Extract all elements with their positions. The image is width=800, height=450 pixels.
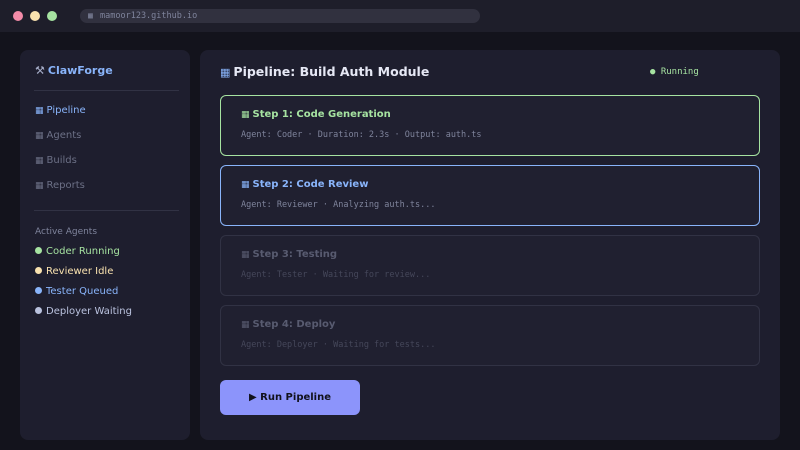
page-title: ▦ Pipeline: Build Auth Module (220, 64, 429, 79)
sidebar-item-label: Reports (46, 180, 85, 191)
step-icon: ▦ (241, 250, 250, 260)
sidebar-item-label: Pipeline (46, 105, 86, 116)
page-title-text: Pipeline: Build Auth Module (233, 64, 430, 79)
reports-icon: ▦ (35, 181, 44, 191)
step-title: ▦ Step 1: Code Generation (241, 109, 391, 120)
brand-logo[interactable]: ⚒ ClawForge (35, 64, 113, 77)
builds-icon: ▦ (35, 156, 44, 166)
step-title-text: Step 3: Testing (252, 249, 338, 260)
agent-label: Reviewer Idle (46, 266, 114, 277)
hammer-pick-icon: ⚒ (35, 64, 45, 77)
pipeline-icon: ▦ (35, 106, 44, 116)
status-dot-icon (35, 287, 42, 294)
step-icon: ▦ (241, 320, 250, 330)
brand-name: ClawForge (47, 64, 113, 77)
status-badge: ● Running (650, 67, 699, 77)
step-title: ▦ Step 2: Code Review (241, 179, 368, 190)
step-title: ▦ Step 3: Testing (241, 249, 337, 260)
agents-icon: ▦ (35, 131, 44, 141)
step-icon: ▦ (241, 110, 250, 120)
status-dot-icon (35, 307, 42, 314)
sidebar-item-agents[interactable]: ▦ Agents (35, 130, 81, 141)
divider (34, 210, 179, 211)
step-details: Agent: Deployer · Waiting for tests... (241, 340, 436, 350)
divider (34, 90, 179, 91)
url-text: mamoor123.github.io (100, 11, 198, 21)
step-title-text: Step 1: Code Generation (252, 109, 391, 120)
agent-label: Coder Running (46, 246, 120, 257)
agent-item-coder[interactable]: Coder Running (35, 246, 120, 257)
sidebar: ⚒ ClawForge ▦ Pipeline ▦ Agents ▦ Builds ▦ Re… (20, 50, 190, 440)
step-details: Agent: Coder · Duration: 2.3s · Output: … (241, 130, 482, 140)
step-details: Agent: Reviewer · Analyzing auth.ts... (241, 200, 436, 210)
step-title-text: Step 2: Code Review (252, 179, 369, 190)
step-icon: ▦ (241, 180, 250, 190)
lock-icon: ▦ (88, 11, 93, 20)
agent-item-reviewer[interactable]: Reviewer Idle (35, 266, 113, 277)
minimize-window-button[interactable] (30, 11, 40, 21)
pipeline-panel: ▦ Pipeline: Build Auth Module ● Running ▦… (200, 50, 780, 440)
pipeline-step-testing[interactable]: ▦ Step 3: Testing Agent: Tester · Waiting… (220, 235, 760, 296)
step-title-text: Step 4: Deploy (252, 319, 336, 330)
run-pipeline-button[interactable]: ▶ Run Pipeline (220, 380, 360, 415)
agent-item-tester[interactable]: Tester Queued (35, 286, 118, 297)
address-bar[interactable]: ▦ mamoor123.github.io (80, 9, 480, 23)
pipeline-icon: ▦ (220, 66, 231, 79)
status-dot-icon (35, 247, 42, 254)
sidebar-item-reports[interactable]: ▦ Reports (35, 180, 85, 191)
pipeline-step-code-generation[interactable]: ▦ Step 1: Code Generation Agent: Coder · … (220, 95, 760, 156)
agent-item-deployer[interactable]: Deployer Waiting (35, 306, 132, 317)
status-dot-icon (35, 267, 42, 274)
browser-titlebar: ▦ mamoor123.github.io (0, 0, 800, 32)
pipeline-step-code-review[interactable]: ▦ Step 2: Code Review Agent: Reviewer · A… (220, 165, 760, 226)
agent-label: Tester Queued (46, 286, 119, 297)
sidebar-item-builds[interactable]: ▦ Builds (35, 155, 77, 166)
agent-label: Deployer Waiting (46, 306, 132, 317)
sidebar-item-pipeline[interactable]: ▦ Pipeline (35, 105, 86, 116)
step-title: ▦ Step 4: Deploy (241, 319, 335, 330)
sidebar-item-label: Agents (46, 130, 82, 141)
active-agents-heading: Active Agents (35, 227, 98, 237)
step-details: Agent: Tester · Waiting for review... (241, 270, 431, 280)
sidebar-item-label: Builds (46, 155, 77, 166)
close-window-button[interactable] (13, 11, 23, 21)
pipeline-step-deploy[interactable]: ▦ Step 4: Deploy Agent: Deployer · Waitin… (220, 305, 760, 366)
maximize-window-button[interactable] (47, 11, 57, 21)
